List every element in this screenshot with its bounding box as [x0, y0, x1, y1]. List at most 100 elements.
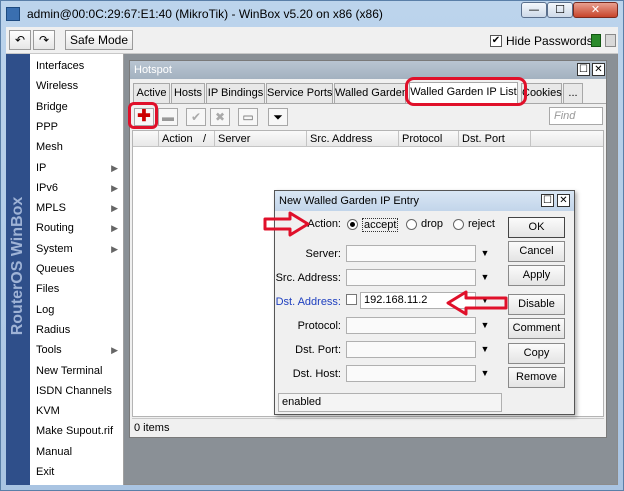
sidebar-item-bridge[interactable]: Bridge — [36, 97, 122, 117]
find-input[interactable]: Find — [549, 107, 603, 125]
sidebar-item-label: PPP — [36, 120, 59, 133]
sidebar-item-system[interactable]: System ▶ — [36, 239, 122, 259]
filter-icon[interactable]: ⏷ — [268, 108, 288, 126]
col-src-address[interactable]: Src. Address — [307, 131, 399, 147]
protocol-field[interactable] — [346, 317, 476, 334]
hide-passwords-label: Hide Passwords — [506, 34, 593, 48]
col-protocol[interactable]: Protocol — [399, 131, 459, 147]
tab-more[interactable]: ... — [563, 83, 583, 103]
close-icon[interactable]: ✕ — [557, 194, 570, 207]
title-bar[interactable]: admin@00:0C:29:67:E1:40 (MikroTik) - Win… — [0, 0, 624, 27]
tab-walled-garden[interactable]: Walled Garden — [334, 83, 408, 103]
sidebar-item-ipv6[interactable]: IPv6 ▶ — [36, 178, 122, 198]
arrow-to-dst-address-icon — [446, 290, 508, 316]
dst-port-label: Dst. Port: — [295, 344, 341, 356]
minimize-button[interactable]: — — [521, 2, 547, 18]
redo-icon[interactable]: ↷ — [33, 30, 55, 50]
remove-entry-button[interactable]: Remove — [508, 367, 565, 388]
maximize-icon[interactable]: ☐ — [541, 194, 554, 207]
sidebar-item-queues[interactable]: Queues — [36, 259, 122, 279]
server-field[interactable] — [346, 245, 476, 262]
brand-label: RouterOS WinBox — [9, 196, 26, 336]
action-drop-radio[interactable] — [406, 219, 417, 230]
close-button[interactable]: ✕ — [573, 2, 618, 18]
maximize-icon[interactable]: ☐ — [577, 63, 590, 76]
highlight-add-button — [128, 102, 158, 129]
disable-entry-button[interactable]: Disable — [508, 294, 565, 315]
submenu-arrow-icon: ▶ — [111, 345, 118, 356]
sidebar-item-label: System — [36, 242, 73, 255]
sidebar-item-interfaces[interactable]: Interfaces — [36, 56, 122, 76]
sidebar-item-ip[interactable]: IP ▶ — [36, 158, 122, 178]
col-action[interactable]: Action — [159, 131, 203, 147]
tab-active[interactable]: Active — [133, 83, 170, 103]
sort-indicator: / — [203, 131, 215, 147]
arrow-to-action-icon — [263, 211, 310, 237]
action-drop-label[interactable]: drop — [421, 218, 443, 230]
dst-host-dropdown-icon[interactable]: ▼ — [480, 365, 490, 382]
sidebar-item-label: IPv6 — [36, 181, 59, 194]
sidebar-item-kvm[interactable]: KVM — [36, 401, 122, 421]
sidebar-item-label: Radius — [36, 323, 71, 336]
action-accept-label[interactable]: accept — [362, 218, 399, 232]
sidebar-item-mesh[interactable]: Mesh — [36, 137, 122, 157]
tab-hosts[interactable]: Hosts — [171, 83, 205, 103]
sidebar-item-label: Exit — [36, 466, 55, 478]
sidebar-item-files[interactable]: Files — [36, 279, 122, 299]
action-accept-radio[interactable] — [347, 219, 358, 230]
col-server[interactable]: Server — [215, 131, 307, 147]
action-reject-label[interactable]: reject — [468, 218, 495, 230]
comment-button[interactable]: ▭ — [238, 108, 258, 126]
hide-passwords-checkbox[interactable]: ✔ — [490, 35, 502, 47]
tab-cookies[interactable]: Cookies — [521, 83, 562, 103]
sidebar-item-label: Interfaces — [36, 60, 85, 72]
dst-port-dropdown-icon[interactable]: ▼ — [480, 341, 490, 358]
col-filler — [531, 131, 603, 147]
main-toolbar: ↶ ↷ Safe Mode ✔ Hide Passwords — [6, 27, 618, 54]
col-flags[interactable] — [133, 131, 159, 147]
enable-button[interactable]: ✔ — [186, 108, 206, 126]
remove-button[interactable]: ▬ — [158, 108, 178, 126]
sidebar-item-ppp[interactable]: PPP — [36, 117, 122, 137]
apply-button[interactable]: Apply — [508, 265, 565, 286]
comment-entry-button[interactable]: Comment — [508, 318, 565, 339]
undo-icon[interactable]: ↶ — [9, 30, 31, 50]
sidebar-item-label: Bridge — [36, 100, 68, 113]
protocol-label: Protocol: — [297, 320, 341, 332]
hotspot-title-bar[interactable]: Hotspot ☐ ✕ — [130, 61, 606, 79]
disable-button[interactable]: ✖ — [210, 108, 230, 126]
tab-ip-bindings[interactable]: IP Bindings — [206, 83, 265, 103]
sidebar-item-wireless[interactable]: Wireless — [36, 76, 122, 96]
cancel-button[interactable]: Cancel — [508, 241, 565, 262]
dst-port-field[interactable] — [346, 341, 476, 358]
maximize-button[interactable]: ☐ — [547, 2, 573, 18]
col-dst-port[interactable]: Dst. Port — [459, 131, 531, 147]
ok-button[interactable]: OK — [508, 217, 565, 238]
sidebar-item-label: Queues — [36, 263, 75, 275]
sidebar-item-radius[interactable]: Radius — [36, 320, 122, 340]
protocol-dropdown-icon[interactable]: ▼ — [480, 317, 490, 334]
sidebar-item-label: ISDN Channels — [36, 384, 112, 397]
sidebar-item-mpls[interactable]: MPLS ▶ — [36, 198, 122, 218]
sidebar-item-isdn-channels[interactable]: ISDN Channels — [36, 381, 122, 401]
sidebar-item-routing[interactable]: Routing ▶ — [36, 218, 122, 238]
src-address-field[interactable] — [346, 269, 476, 286]
copy-button[interactable]: Copy — [508, 343, 565, 364]
sidebar-item-manual[interactable]: Manual — [36, 442, 122, 462]
action-reject-radio[interactable] — [453, 219, 464, 230]
dst-address-not-checkbox[interactable] — [346, 294, 357, 305]
src-address-dropdown-icon[interactable]: ▼ — [480, 269, 490, 286]
safe-mode-button[interactable]: Safe Mode — [65, 30, 133, 50]
sidebar-item-label: Wireless — [36, 80, 79, 93]
close-icon[interactable]: ✕ — [592, 63, 605, 76]
sidebar-item-make-supout-rif[interactable]: Make Supout.rif — [36, 421, 122, 441]
sidebar-item-log[interactable]: Log — [36, 300, 122, 320]
server-dropdown-icon[interactable]: ▼ — [480, 245, 490, 262]
sidebar-item-tools[interactable]: Tools ▶ — [36, 340, 122, 360]
dst-host-field[interactable] — [346, 365, 476, 382]
dst-host-label: Dst. Host: — [292, 368, 341, 380]
sidebar-item-new-terminal[interactable]: New Terminal — [36, 361, 122, 381]
sidebar-item-exit[interactable]: Exit — [36, 462, 122, 482]
tab-service-ports[interactable]: Service Ports — [266, 83, 333, 103]
dialog-title-bar[interactable]: New Walled Garden IP Entry ☐ ✕ — [275, 191, 574, 211]
